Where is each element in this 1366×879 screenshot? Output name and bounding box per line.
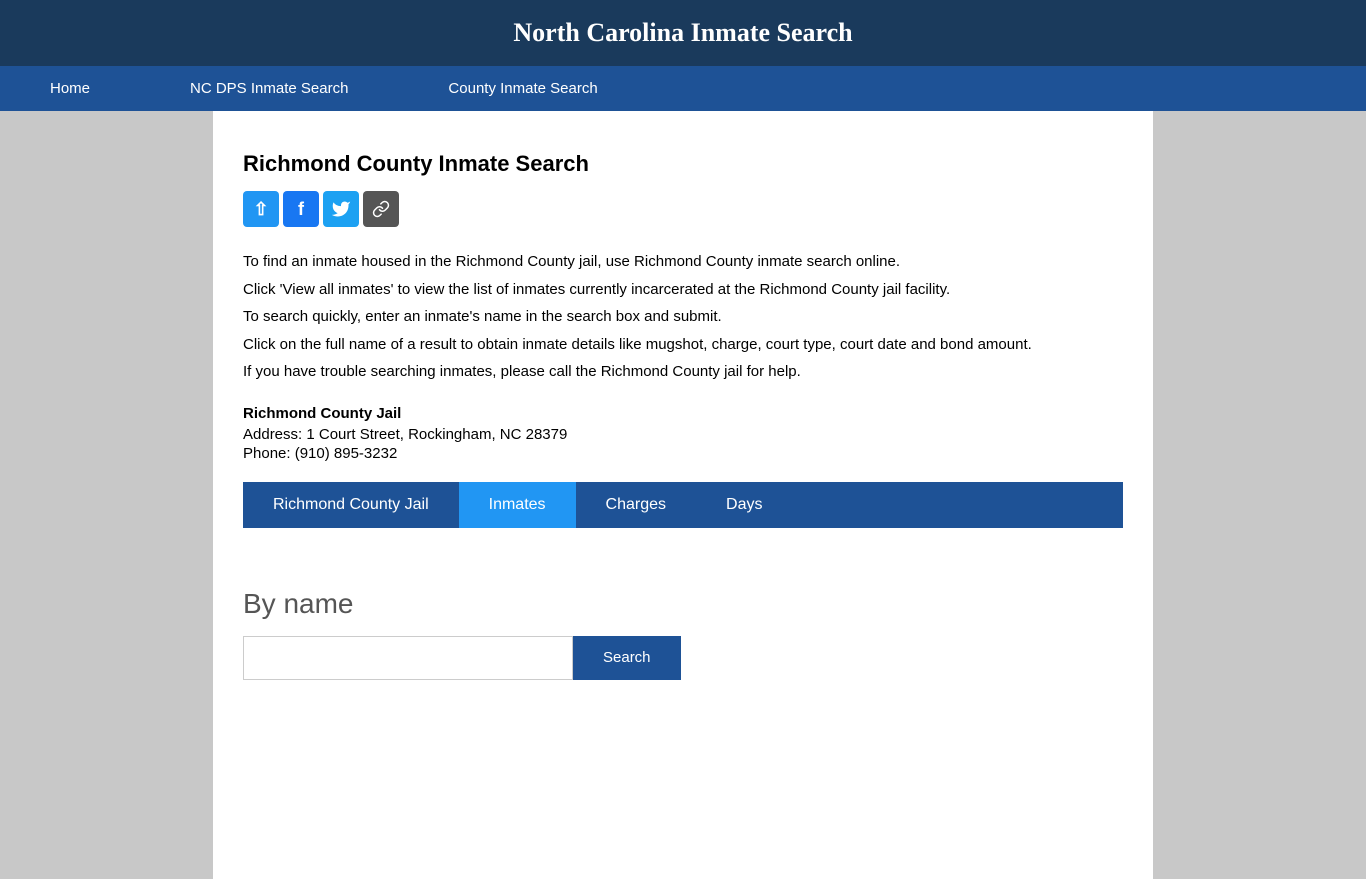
- desc-line-4: Click on the full name of a result to ob…: [243, 332, 1123, 358]
- jail-phone: Phone: (910) 895-3232: [243, 445, 1123, 462]
- tab-bar: Richmond County Jail Inmates Charges Day…: [243, 482, 1123, 528]
- nav-nc-dps[interactable]: NC DPS Inmate Search: [140, 66, 398, 111]
- jail-info-block: Richmond County Jail Address: 1 Court St…: [243, 405, 1123, 462]
- site-title: North Carolina Inmate Search: [513, 18, 852, 47]
- address-value: 1 Court Street, Rockingham, NC 28379: [306, 426, 567, 443]
- search-heading: By name: [243, 588, 1123, 620]
- jail-name: Richmond County Jail: [243, 405, 1123, 422]
- content-wrapper: Richmond County Inmate Search ⇧ f To fin…: [213, 111, 1153, 879]
- tab-richmond-county-jail[interactable]: Richmond County Jail: [243, 482, 459, 528]
- desc-line-2: Click 'View all inmates' to view the lis…: [243, 277, 1123, 303]
- phone-value: (910) 895-3232: [295, 445, 398, 462]
- search-form: Search: [243, 636, 1123, 680]
- desc-line-1: To find an inmate housed in the Richmond…: [243, 249, 1123, 275]
- search-button[interactable]: Search: [573, 636, 681, 680]
- share-button[interactable]: ⇧: [243, 191, 279, 227]
- tab-charges[interactable]: Charges: [576, 482, 696, 528]
- desc-line-3: To search quickly, enter an inmate's nam…: [243, 304, 1123, 330]
- nav-home[interactable]: Home: [0, 66, 140, 111]
- twitter-button[interactable]: [323, 191, 359, 227]
- copy-link-button[interactable]: [363, 191, 399, 227]
- address-label: Address:: [243, 426, 302, 443]
- facebook-button[interactable]: f: [283, 191, 319, 227]
- phone-label: Phone:: [243, 445, 291, 462]
- description-block: To find an inmate housed in the Richmond…: [243, 249, 1123, 385]
- search-section: By name Search: [243, 528, 1123, 700]
- tab-inmates[interactable]: Inmates: [459, 482, 576, 528]
- desc-line-5: If you have trouble searching inmates, p…: [243, 359, 1123, 385]
- main-content: Richmond County Inmate Search ⇧ f To fin…: [243, 131, 1123, 720]
- main-navigation: Home NC DPS Inmate Search County Inmate …: [0, 66, 1366, 111]
- tab-days[interactable]: Days: [696, 482, 792, 528]
- site-header: North Carolina Inmate Search: [0, 0, 1366, 66]
- jail-address: Address: 1 Court Street, Rockingham, NC …: [243, 426, 1123, 443]
- nav-county-search[interactable]: County Inmate Search: [398, 66, 647, 111]
- page-title: Richmond County Inmate Search: [243, 151, 1123, 177]
- social-share-bar: ⇧ f: [243, 191, 1123, 227]
- search-input[interactable]: [243, 636, 573, 680]
